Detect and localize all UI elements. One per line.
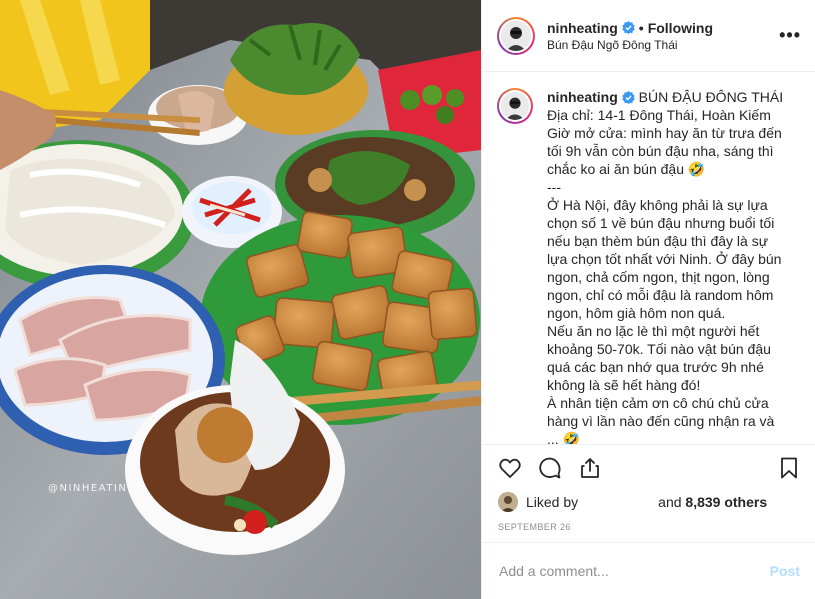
ellipsis-icon[interactable]: ••• — [779, 25, 801, 46]
photo-watermark: @NINHEATING — [48, 483, 137, 494]
likes-summary: Liked by and 8,839 others — [498, 492, 801, 512]
post-comment-button[interactable]: Post — [770, 563, 800, 579]
caption-line: À nhân tiện cảm ơn cô chú chủ cửa — [547, 395, 769, 411]
caption-line: không là sẽ hết hàng đó! — [547, 377, 701, 393]
post-header: ninheating • Following Bún Đậu Ngõ Đông … — [482, 0, 815, 72]
caption-text: ninheating BÚN ĐẬU ĐÔNG THÁI Địa chỉ: 14… — [547, 88, 783, 444]
post-caption: ninheating BÚN ĐẬU ĐÔNG THÁI Địa chỉ: 14… — [482, 72, 815, 444]
caption-line: chọn số 1 về bún đậu nhưng buổi tối — [547, 215, 775, 231]
comment-bubble-icon[interactable] — [538, 456, 562, 480]
post-location[interactable]: Bún Đậu Ngõ Đông Thái — [547, 38, 779, 52]
post-side-panel: ninheating • Following Bún Đậu Ngõ Đông … — [481, 0, 815, 599]
caption-line: lựa chọn tốt nhất với Ninh. Ở đây bún — [547, 251, 782, 267]
add-comment-bar: Post — [482, 542, 815, 599]
share-icon[interactable] — [578, 456, 602, 480]
caption-line: ... 🤣 — [547, 431, 580, 444]
caption-line: BÚN ĐẬU ĐÔNG THÁI — [638, 89, 784, 105]
author-avatar[interactable] — [497, 16, 535, 55]
liker-avatar[interactable] — [498, 492, 518, 512]
caption-username[interactable]: ninheating — [547, 89, 618, 105]
heart-icon[interactable] — [498, 456, 522, 480]
header-text: ninheating • Following Bún Đậu Ngõ Đông … — [547, 20, 779, 52]
avatar-portrait-icon — [501, 20, 531, 51]
caption-line: ngon, chỉ có mỗi đậu là random hôm — [547, 287, 774, 303]
caption-line: chắc ko ai ăn bún đậu 🤣 — [547, 161, 706, 177]
bookmark-icon[interactable] — [777, 456, 801, 480]
caption-line: Ở Hà Nội, đây không phải là sự lựa — [547, 197, 768, 213]
caption-line: Địa chỉ: 14-1 Đông Thái, Hoàn Kiếm — [547, 107, 771, 123]
caption-line: khoảng 50-70k. Tối nào vật bún đậu — [547, 341, 771, 357]
avatar-portrait-icon — [501, 92, 529, 120]
liker-portrait-icon — [498, 492, 518, 512]
caption-author-avatar[interactable] — [497, 88, 533, 124]
post-date[interactable]: SEPTEMBER 26 — [498, 522, 801, 532]
author-username[interactable]: ninheating — [547, 20, 618, 36]
post-actions: Liked by and 8,839 others SEPTEMBER 26 — [482, 444, 815, 532]
caption-line: quá các bạn nhớ qua trước 9h nhé — [547, 359, 764, 375]
caption-line: ngon, hôm già hôm non quá. — [547, 305, 726, 321]
post-photo[interactable]: @NINHEATING — [0, 0, 481, 599]
liked-by-label: Liked by — [526, 494, 579, 510]
caption-line: Giờ mở cửa: mình hay ăn từ trưa đến — [547, 125, 782, 141]
food-photo-illustration — [0, 0, 481, 599]
caption-first-line: ninheating BÚN ĐẬU ĐÔNG THÁI — [547, 88, 783, 106]
caption-line: Nếu ăn no lặc lè thì một người hết — [547, 323, 760, 339]
following-button[interactable]: Following — [648, 20, 713, 36]
action-icons-row — [498, 455, 801, 481]
verified-badge-icon — [622, 21, 635, 34]
verified-badge-icon — [622, 91, 635, 104]
caption-line: ngon, chả cốm ngon, thịt ngon, lòng — [547, 269, 770, 285]
caption-line: hàng vì lần nào đến cũng nhận ra và — [547, 413, 775, 429]
caption-line: tối 9h vẫn còn bún đậu nha, sáng thì — [547, 143, 774, 159]
separator-dot: • — [638, 19, 644, 36]
likes-count[interactable]: 8,839 others — [685, 494, 767, 510]
comment-input[interactable] — [499, 563, 770, 579]
likes-and: and — [658, 494, 682, 510]
caption-line: nếu bạn thèm bún đậu thì đây là sự — [547, 233, 769, 249]
caption-line: --- — [547, 179, 561, 195]
instagram-post: @NINHEATING ninheating • Following Bún Đ… — [0, 0, 815, 599]
